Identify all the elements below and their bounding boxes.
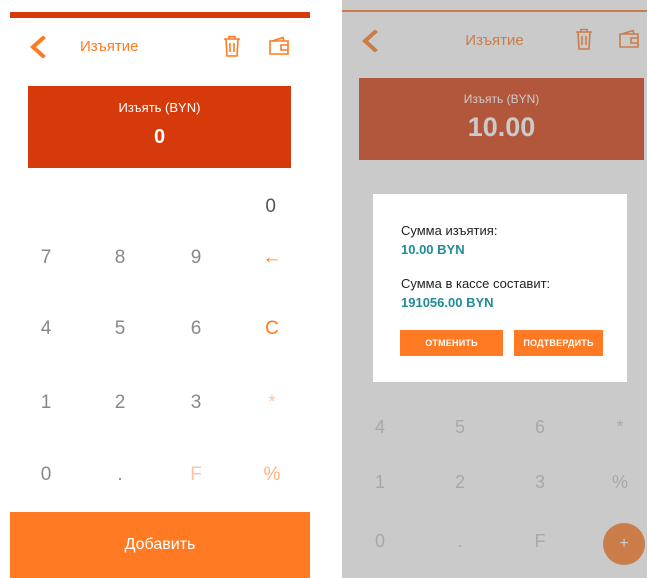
key-2[interactable]: 2	[100, 388, 140, 418]
key-8[interactable]: 8	[100, 243, 140, 273]
page-title: Изъятие	[80, 38, 139, 55]
amount-label: Изъять (BYN)	[118, 100, 201, 115]
chevron-left-icon[interactable]	[28, 35, 48, 59]
key-9[interactable]: 9	[176, 243, 216, 273]
keypad-display: 0	[265, 196, 276, 217]
key-3[interactable]: 3	[176, 388, 216, 418]
withdrawal-amount-label: Сумма изъятия:	[401, 223, 498, 238]
key-percent[interactable]: %	[252, 460, 292, 490]
key-7[interactable]: 7	[26, 243, 66, 273]
key-6[interactable]: 6	[176, 314, 216, 344]
cash-total-label: Сумма в кассе составит:	[401, 276, 551, 291]
confirm-button[interactable]: ПОДТВЕРДИТЬ	[514, 330, 603, 356]
key-0[interactable]: 0	[26, 460, 66, 490]
trash-icon[interactable]	[222, 35, 242, 57]
key-f[interactable]: F	[176, 460, 216, 490]
key-backspace[interactable]: ←	[252, 243, 292, 273]
top-accent-line	[10, 12, 310, 18]
add-button[interactable]: Добавить	[10, 512, 310, 578]
amount-panel: Изъять (BYN) 0	[28, 86, 291, 168]
key-4[interactable]: 4	[26, 314, 66, 344]
key-1[interactable]: 1	[26, 388, 66, 418]
key-dot[interactable]: .	[100, 460, 140, 490]
withdrawal-amount-value: 10.00 BYN	[401, 242, 465, 257]
key-multiply[interactable]: *	[252, 388, 292, 418]
app-header: Изъятие	[10, 26, 310, 66]
withdrawal-screen: Изъятие Изъять (BYN) 0 0 7 8 9 ← 4 5 6 C…	[10, 0, 310, 578]
wallet-icon[interactable]	[268, 36, 290, 56]
confirm-dialog: Сумма изъятия: 10.00 BYN Сумма в кассе с…	[373, 194, 627, 382]
amount-value: 0	[153, 126, 166, 148]
key-clear[interactable]: C	[252, 314, 292, 344]
cash-total-value: 191056.00 BYN	[401, 295, 494, 310]
withdrawal-confirm-screen: Изъятие Изъять (BYN) 10.00 4 5 6 * 1 2 3…	[342, 0, 647, 578]
cancel-button[interactable]: ОТМЕНИТЬ	[400, 330, 503, 356]
key-5[interactable]: 5	[100, 314, 140, 344]
